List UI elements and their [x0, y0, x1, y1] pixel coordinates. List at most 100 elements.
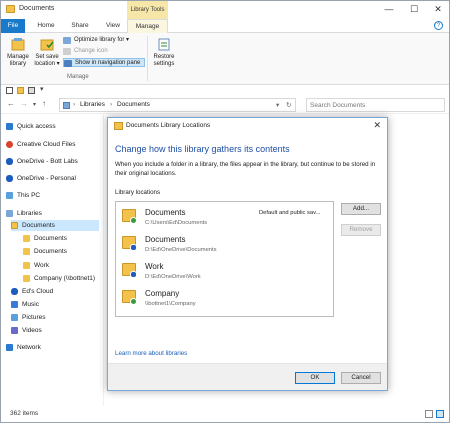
music-icon — [11, 301, 18, 308]
nav-documents-library[interactable]: Documents — [11, 220, 99, 231]
cloud-badge-icon — [130, 244, 137, 251]
location-item[interactable]: Documents C:\Users\Ed\Documents Default … — [116, 205, 333, 232]
close-button[interactable]: ✕ — [426, 1, 450, 19]
library-locations-dialog: Documents Library Locations ✕ Change how… — [107, 117, 388, 391]
restore-settings-button[interactable]: Restore settings — [150, 36, 178, 68]
location-note: Default and public sav... — [259, 210, 321, 216]
location-name: Work — [145, 262, 164, 271]
manage-library-button[interactable]: Manage library — [5, 36, 31, 68]
remove-location-button[interactable]: Remove — [341, 224, 381, 236]
onedrive-icon — [6, 175, 13, 182]
nav-documents-d[interactable]: Documents — [23, 246, 101, 257]
nav-this-pc[interactable]: This PC — [6, 190, 101, 201]
nav-label: OneDrive - Personal — [17, 175, 76, 182]
nav-label: Libraries — [17, 210, 42, 217]
onedrive-icon — [6, 158, 13, 165]
breadcrumb-libraries[interactable]: Libraries — [80, 101, 105, 108]
explorer-window: Documents Library Tools — ☐ ✕ File Home … — [0, 0, 450, 423]
tab-share[interactable]: Share — [67, 19, 93, 33]
breadcrumb-documents[interactable]: Documents — [117, 101, 150, 108]
quick-access-toolbar: ▾ — [1, 85, 449, 96]
add-location-button[interactable]: Add... — [341, 203, 381, 215]
nav-work[interactable]: Work — [23, 260, 101, 271]
network-share-badge-icon — [130, 298, 137, 305]
dialog-heading: Change how this library gathers its cont… — [115, 144, 290, 154]
up-button[interactable]: ↑ — [42, 99, 46, 108]
address-dropdown-icon[interactable]: ▾ — [276, 101, 279, 109]
nav-documents-c[interactable]: Documents — [23, 233, 101, 244]
dialog-close-button[interactable]: ✕ — [373, 120, 381, 131]
nav-company[interactable]: Company (\\bottnet1) — [23, 273, 101, 284]
maximize-button[interactable]: ☐ — [402, 1, 426, 19]
tab-manage[interactable]: Manage — [127, 19, 168, 34]
set-save-location-button[interactable]: Set save location ▾ — [34, 36, 60, 68]
tab-home[interactable]: Home — [34, 19, 58, 33]
nav-label: Music — [22, 301, 39, 308]
folder-icon — [23, 248, 30, 255]
search-box[interactable] — [306, 98, 445, 112]
details-view-button[interactable] — [425, 410, 433, 418]
location-item[interactable]: Company \\bottnet1\Company — [116, 286, 333, 313]
location-item[interactable]: Documents D:\Ed\OneDrive\Documents — [116, 232, 333, 259]
library-locations-label: Library locations — [115, 189, 161, 196]
check-badge-icon — [130, 217, 137, 224]
recent-locations-icon[interactable]: ▾ — [33, 101, 36, 108]
nav-libraries[interactable]: Libraries — [6, 208, 101, 219]
ribbon: Manage library Set save location ▾ Optim… — [1, 33, 449, 85]
change-icon-icon — [63, 48, 71, 55]
tab-file[interactable]: File — [1, 19, 25, 33]
nav-onedrive-bott-labs[interactable]: OneDrive - Bott Labs — [6, 156, 101, 167]
customize-icon[interactable] — [28, 87, 35, 94]
search-input[interactable] — [307, 99, 444, 111]
refresh-icon[interactable]: ↻ — [286, 101, 291, 109]
nav-creative-cloud[interactable]: Creative Cloud Files — [6, 139, 101, 150]
library-locations-list[interactable]: Documents C:\Users\Ed\Documents Default … — [115, 201, 334, 317]
learn-more-link[interactable]: Learn more about libraries — [115, 350, 187, 357]
nav-label: This PC — [17, 192, 41, 199]
tab-view[interactable]: View — [102, 19, 124, 33]
nav-videos[interactable]: Videos — [11, 325, 101, 336]
change-icon-button[interactable]: Change icon — [63, 47, 143, 56]
back-button[interactable]: ← — [7, 99, 15, 108]
item-count: 362 items — [10, 410, 39, 417]
properties-icon[interactable] — [6, 87, 13, 94]
folder-check-icon — [39, 36, 55, 52]
nav-quick-access[interactable]: Quick access — [6, 121, 101, 132]
manage-library-label-2: library — [9, 61, 27, 67]
minimize-button[interactable]: — — [377, 1, 401, 19]
new-folder-icon[interactable] — [17, 87, 24, 94]
cancel-button[interactable]: Cancel — [341, 372, 381, 384]
nav-network[interactable]: Network — [6, 342, 101, 353]
help-icon[interactable]: ? — [434, 21, 443, 30]
nav-pictures[interactable]: Pictures — [11, 312, 101, 323]
cloud-badge-icon — [130, 271, 137, 278]
nav-label: Videos — [22, 327, 42, 334]
nav-eds-cloud[interactable]: Ed's Cloud — [11, 286, 101, 297]
ok-button[interactable]: OK — [295, 372, 335, 384]
library-icon — [10, 36, 26, 52]
pc-icon — [6, 192, 13, 199]
creative-cloud-icon — [6, 141, 13, 148]
nav-music[interactable]: Music — [11, 299, 101, 310]
location-name: Company — [145, 289, 180, 298]
nav-label: OneDrive - Bott Labs — [17, 158, 78, 165]
nav-label: Documents — [34, 248, 67, 255]
location-item[interactable]: Work D:\Ed\OneDrive\Work — [116, 259, 333, 286]
show-in-navigation-pane-toggle[interactable]: Show in navigation pane — [63, 58, 145, 67]
optimize-library-menu[interactable]: Optimize library for ▾ — [63, 36, 143, 45]
folder-icon — [23, 275, 30, 282]
nav-label: Company (\\bottnet1) — [34, 275, 96, 282]
dialog-description: When you include a folder in a library, … — [115, 161, 376, 177]
set-save-location-label-2: location ▾ — [34, 61, 60, 67]
address-bar[interactable]: › Libraries › Documents ▾ ↻ — [59, 98, 296, 112]
large-icons-view-button[interactable] — [436, 410, 444, 418]
address-row: ← → ▾ ↑ › Libraries › Documents ▾ ↻ — [1, 96, 449, 114]
forward-button[interactable]: → — [20, 99, 28, 108]
window-title: Documents — [19, 5, 55, 12]
navigation-pane: Quick access Creative Cloud Files OneDri… — [1, 114, 104, 406]
qat-dropdown-icon[interactable]: ▾ — [40, 85, 44, 93]
dialog-title-bar: Documents Library Locations ✕ — [108, 118, 387, 134]
nav-onedrive-personal[interactable]: OneDrive - Personal — [6, 173, 101, 184]
folder-icon — [23, 235, 30, 242]
nav-label: Work — [34, 262, 50, 269]
